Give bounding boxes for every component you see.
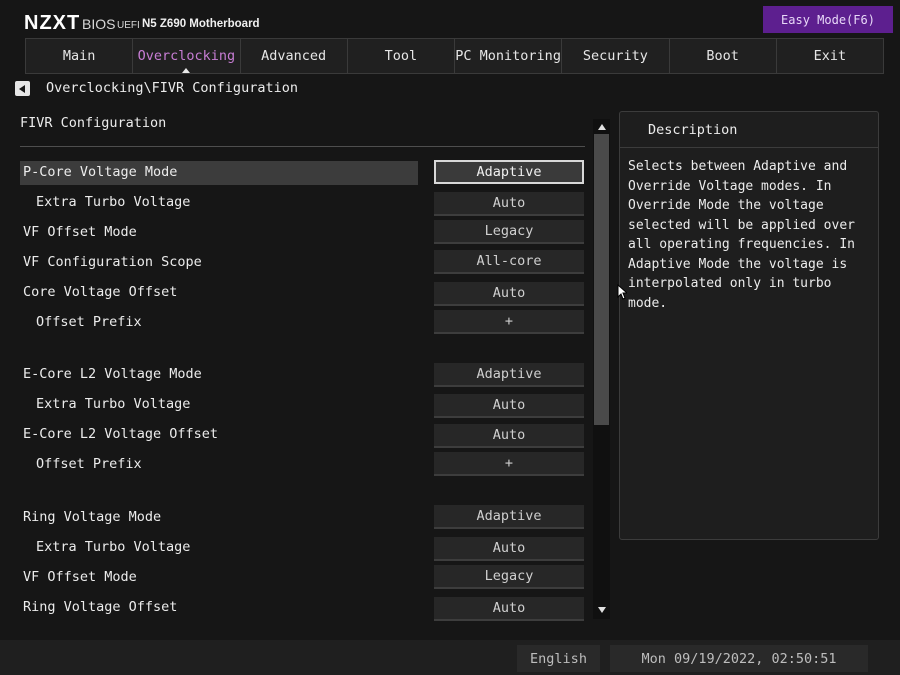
language-selector[interactable]: English <box>517 645 600 672</box>
brand-logo: NZXT <box>24 12 81 34</box>
section-title: FIVR Configuration <box>20 115 167 131</box>
main-tabs: Main Overclocking Advanced Tool PC Monit… <box>25 38 884 74</box>
date-time-display[interactable]: Mon 09/19/2022, 02:50:51 <box>610 645 868 672</box>
back-button[interactable] <box>15 81 30 96</box>
setting-value-pcore-voltage-mode[interactable]: Adaptive <box>434 160 584 184</box>
tab-tool[interactable]: Tool <box>346 38 455 74</box>
scroll-up-button[interactable] <box>594 120 609 134</box>
easy-mode-button[interactable]: Easy Mode(F6) <box>763 6 893 33</box>
setting-value-ecore-extra-turbo-voltage[interactable]: Auto <box>434 394 584 418</box>
tab-pc-monitoring[interactable]: PC Monitoring <box>454 38 563 74</box>
description-text: Selects between Adaptive and Override Vo… <box>628 159 855 311</box>
top-bar: NZXT BIOS UEFI N5 Z690 Motherboard Easy … <box>0 0 900 38</box>
back-arrow-icon <box>18 84 25 93</box>
tab-main[interactable]: Main <box>25 38 134 74</box>
setting-value-ecore-offset-prefix[interactable]: + <box>434 452 584 476</box>
setting-label-ecore-offset-prefix[interactable]: Offset Prefix <box>36 456 142 472</box>
setting-value-ring-vf-offset-mode[interactable]: Legacy <box>434 565 584 589</box>
tab-security[interactable]: Security <box>561 38 670 74</box>
mouse-cursor-icon <box>617 284 627 300</box>
section-divider <box>20 146 585 147</box>
setting-value-ecore-l2-voltage-mode[interactable]: Adaptive <box>434 363 584 387</box>
setting-label-pcore-extra-turbo-voltage[interactable]: Extra Turbo Voltage <box>36 194 190 210</box>
setting-label-ecore-l2-voltage-offset[interactable]: E-Core L2 Voltage Offset <box>23 426 218 442</box>
bios-label: BIOS <box>82 16 116 32</box>
setting-label-core-offset-prefix[interactable]: Offset Prefix <box>36 314 142 330</box>
setting-value-vf-configuration-scope[interactable]: All-core <box>434 250 584 274</box>
setting-label-ring-vf-offset-mode[interactable]: VF Offset Mode <box>23 569 137 585</box>
setting-value-ring-voltage-mode[interactable]: Adaptive <box>434 505 584 529</box>
setting-label-pcore-voltage-mode[interactable]: P-Core Voltage Mode <box>23 164 177 180</box>
setting-value-ring-voltage-offset[interactable]: Auto <box>434 597 584 621</box>
tab-exit[interactable]: Exit <box>775 38 884 74</box>
setting-value-core-voltage-offset[interactable]: Auto <box>434 282 584 306</box>
setting-label-ring-extra-turbo-voltage[interactable]: Extra Turbo Voltage <box>36 539 190 555</box>
description-title: Description <box>620 112 878 148</box>
setting-value-core-offset-prefix[interactable]: + <box>434 310 584 334</box>
setting-label-vf-offset-mode[interactable]: VF Offset Mode <box>23 224 137 240</box>
description-panel: Description Selects between Adaptive and… <box>619 111 879 540</box>
tab-overclocking[interactable]: Overclocking <box>132 38 241 74</box>
uefi-label: UEFI <box>117 20 140 31</box>
setting-value-ecore-l2-voltage-offset[interactable]: Auto <box>434 424 584 448</box>
tab-advanced[interactable]: Advanced <box>239 38 348 74</box>
tab-boot[interactable]: Boot <box>668 38 777 74</box>
motherboard-model: N5 Z690 Motherboard <box>142 18 260 30</box>
setting-label-ecore-l2-voltage-mode[interactable]: E-Core L2 Voltage Mode <box>23 366 202 382</box>
setting-value-vf-offset-mode[interactable]: Legacy <box>434 220 584 244</box>
setting-value-pcore-extra-turbo-voltage[interactable]: Auto <box>434 192 584 216</box>
setting-label-ring-voltage-mode[interactable]: Ring Voltage Mode <box>23 509 161 525</box>
scroll-down-button[interactable] <box>594 603 609 617</box>
setting-label-ecore-extra-turbo-voltage[interactable]: Extra Turbo Voltage <box>36 396 190 412</box>
chevron-down-icon <box>597 607 606 613</box>
scrollbar-thumb[interactable] <box>594 134 609 425</box>
setting-value-ring-extra-turbo-voltage[interactable]: Auto <box>434 537 584 561</box>
setting-label-ring-voltage-offset[interactable]: Ring Voltage Offset <box>23 599 177 615</box>
breadcrumb: Overclocking\FIVR Configuration <box>46 80 298 96</box>
setting-label-vf-configuration-scope[interactable]: VF Configuration Scope <box>23 254 202 270</box>
chevron-up-icon <box>597 124 606 130</box>
setting-label-core-voltage-offset[interactable]: Core Voltage Offset <box>23 284 177 300</box>
